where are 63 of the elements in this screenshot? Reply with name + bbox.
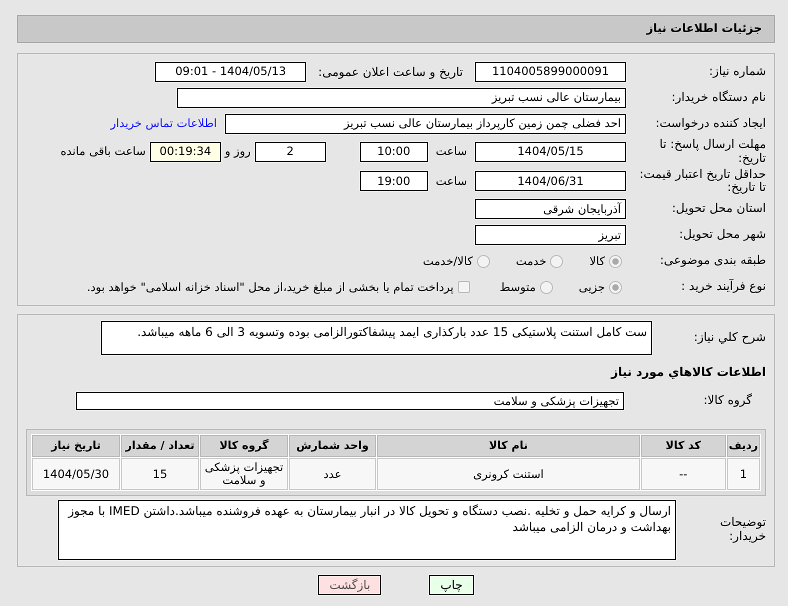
option-label: کالا (589, 252, 605, 270)
radio-button[interactable] (476, 254, 490, 268)
page-header: جزئیات اطلاعات نیاز (17, 15, 775, 43)
column-header: کد کالا (640, 435, 726, 458)
text-field[interactable]: آذربایجان شرقی (475, 199, 626, 220)
text-field[interactable]: 1404/05/13 - 09:01 (155, 62, 306, 82)
column-header: تاریخ نیاز (32, 435, 120, 458)
text-field[interactable]: تجهیزات پزشکی و سلامت (76, 392, 624, 410)
field-label: استان محل تحویل: (670, 202, 766, 216)
text-field[interactable]: 00:19:34 (150, 142, 221, 162)
text-field[interactable]: 19:00 (360, 171, 428, 192)
field-label: ساعت (436, 172, 467, 190)
text-field[interactable]: 1404/06/31 (475, 171, 626, 192)
field-label: ایجاد کننده درخواست: (654, 117, 766, 131)
field-label: شهر محل تحویل: (678, 228, 766, 242)
field-label: طبقه بندی موضوعی: (658, 254, 766, 268)
checkbox[interactable] (458, 281, 470, 294)
section-heading: اطلاعات کالاهاي مورد نياز (610, 364, 766, 382)
back-button[interactable]: بازگشت (318, 575, 382, 596)
radio-button[interactable] (609, 254, 622, 268)
table-cell: 1404/05/30 (32, 458, 120, 490)
radio-button[interactable] (609, 280, 622, 294)
text-field[interactable]: 10:00 (360, 142, 428, 162)
table-cell: عدد (289, 458, 376, 490)
field-label: مهلت ارسال پاسخ: تا تاریخ: (658, 138, 766, 166)
option-label: متوسط (500, 278, 536, 296)
field-label: نوع فرآیند خرید : (680, 280, 766, 294)
field-label: ساعت باقی مانده (60, 143, 146, 160)
table-cell: تجهیزات پزشکی و سلامت (200, 458, 288, 490)
table-cell: استنت کرونری (377, 458, 640, 490)
text-field[interactable]: 1104005899000091 (475, 62, 626, 82)
radio-button[interactable] (540, 280, 553, 294)
column-header: نام کالا (377, 435, 640, 458)
field-label: تاریخ و ساعت اعلان عمومی: (318, 64, 463, 81)
contact-link[interactable]: اطلاعات تماس خریدار (110, 115, 217, 133)
field-label: نام دستگاه خریدار: (670, 91, 766, 105)
radio-button[interactable] (550, 254, 564, 268)
field-label: ساعت (436, 143, 467, 160)
checkbox-label: پرداخت تمام یا بخشی از مبلغ خرید،از محل "اسناد خزانه اسلامی" خواهد بود. (86, 278, 454, 296)
column-header: تعداد / مقدار (121, 435, 199, 458)
field-label: توضیحات خریدار: (718, 516, 766, 544)
table-cell: 15 (121, 458, 199, 490)
option-label: جزیی (578, 278, 605, 296)
field-label: شرح کلي نياز: (692, 331, 766, 346)
print-button[interactable]: چاپ (429, 575, 474, 596)
table-cell: 1 (726, 458, 760, 490)
option-label: خدمت (516, 252, 546, 270)
field-label: گروه کالا: (702, 394, 753, 408)
column-header: گروه کالا (200, 435, 288, 458)
text-field[interactable]: 2 (254, 142, 326, 162)
text-field[interactable]: تبریز (475, 225, 626, 246)
field-label: شماره نیاز: (708, 65, 766, 79)
option-label: کالا/خدمت (422, 252, 473, 270)
field-label: حداقل تاریخ اعتبار قیمت: تا تاریخ: (638, 168, 766, 196)
column-header: ردیف (726, 435, 760, 458)
description-box[interactable]: ست کامل استنت پلاستیکی 15 عدد بارکذاری ایمد پیشفاکتورالزامی بوده وتسویه 3 الی 6 ماهه میباشد. (101, 321, 652, 356)
text-field[interactable]: احد فضلی چمن زمین کارپرداز بیمارستان عالی نسب تبریز (225, 114, 626, 134)
table-cell: -- (640, 458, 726, 490)
notes-box[interactable]: ارسال و کرایه حمل و تخلیه .نصب دستگاه و تحویل کالا در انبار بیمارستان به عهده فروشنده میباشد.داشتن IMED با مجوز بهداشت و درمان الزامی میباشد (58, 500, 676, 560)
text-field[interactable]: 1404/05/15 (475, 142, 626, 162)
text-field[interactable]: بیمارستان عالی نسب تبریز (177, 88, 626, 108)
field-label: روز و (224, 143, 251, 160)
column-header: واحد شمارش (289, 435, 376, 458)
